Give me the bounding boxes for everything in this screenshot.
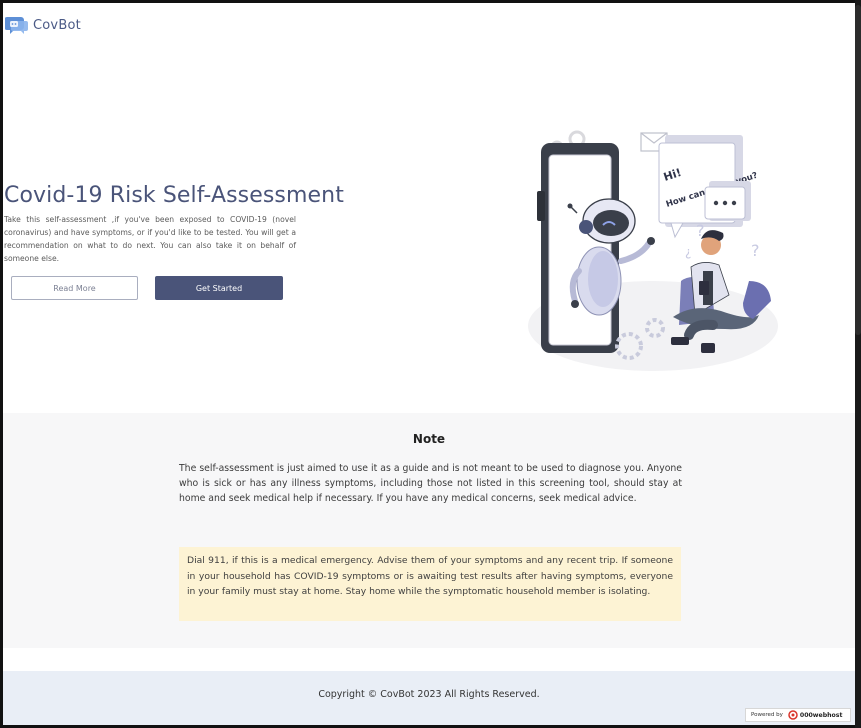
note-title: Note: [412, 432, 446, 446]
webhost-logo-icon: [788, 710, 798, 720]
note-text: The self-assessment is just aimed to use…: [179, 463, 682, 504]
logo-text: CovBot: [33, 17, 81, 33]
webhost-badge[interactable]: Powered by 000webhost: [745, 708, 851, 722]
hero-description: Take this self-assessment ,if you've bee…: [4, 215, 296, 263]
page: CovBot Covid-19 Risk Self-Assessment Tak…: [3, 3, 855, 725]
hero-title: Covid-19 Risk Self-Assessment: [4, 183, 344, 208]
chat-bubble-logo-icon: [5, 17, 28, 34]
read-more-button[interactable]: Read More: [11, 276, 138, 300]
chatbot-illustration: Hi! How can I help you? ? ? ¿: [528, 130, 778, 371]
badge-name: 000webhost: [799, 711, 843, 719]
badge-prefix: Powered by: [751, 712, 783, 718]
scrollbar-thumb[interactable]: [855, 5, 861, 335]
emergency-alert: Dial 911, if this is a medical emergency…: [179, 547, 681, 621]
svg-text:¿: ¿: [685, 245, 691, 259]
svg-text:?: ?: [751, 241, 760, 260]
scrollbar[interactable]: [855, 0, 861, 728]
copyright-text: Copyright © CovBot 2023 All Rights Reser…: [318, 689, 540, 700]
get-started-button[interactable]: Get Started: [155, 276, 283, 300]
logo[interactable]: CovBot: [5, 13, 81, 37]
note-section: Note The self-assessment is just aimed t…: [3, 413, 855, 648]
footer: Copyright © CovBot 2023 All Rights Reser…: [3, 671, 855, 725]
